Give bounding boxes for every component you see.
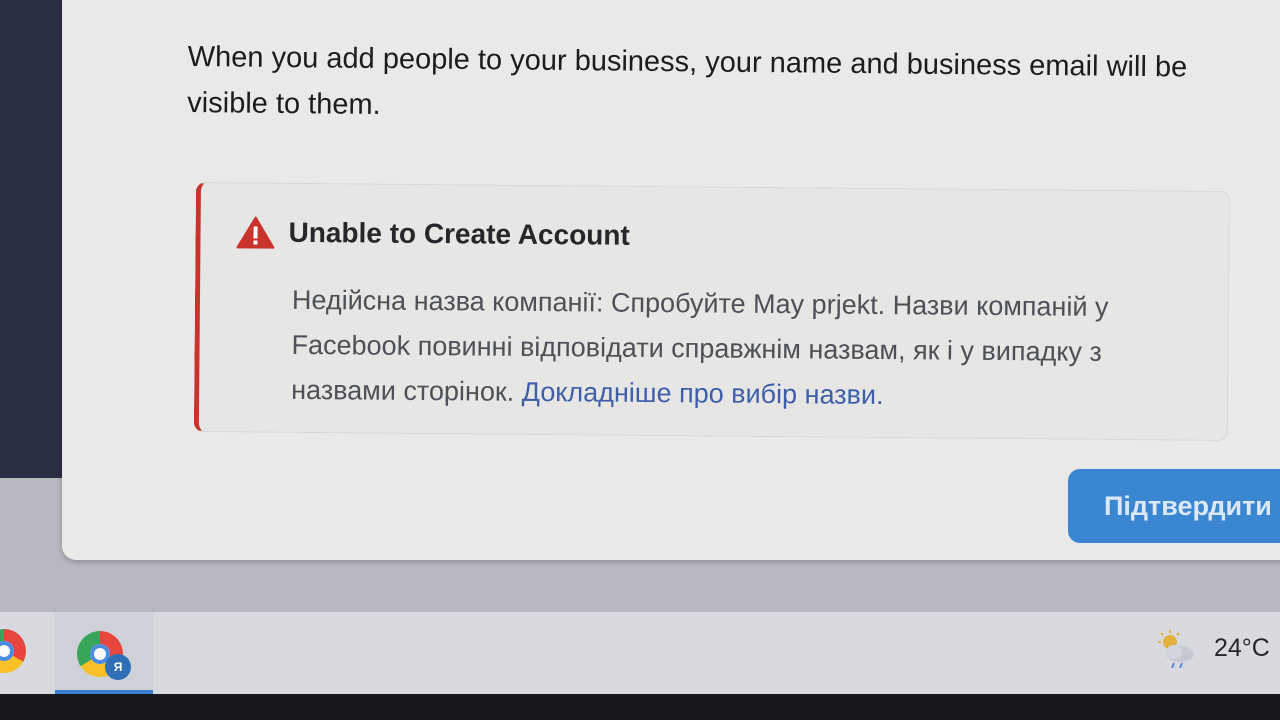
taskbar-app-icon[interactable] (0, 629, 26, 673)
taskbar-browser-item[interactable]: Я (55, 612, 153, 694)
temperature-readout[interactable]: 24°C (1214, 634, 1270, 663)
profile-badge: Я (105, 654, 131, 680)
intro-text: When you add people to your business, yo… (187, 40, 1188, 122)
error-box: Unable to Create Account Недійсна назва … (193, 182, 1230, 442)
error-header: Unable to Create Account (236, 215, 630, 252)
learn-more-link[interactable]: Докладніше про вибір назви. (522, 377, 884, 410)
weather-cloud-sun-icon[interactable] (1152, 628, 1202, 670)
taskbar: Я (0, 612, 1280, 694)
error-title: Unable to Create Account (288, 216, 630, 251)
error-message: Недійсна назва компанії: Спробуйте May p… (291, 278, 1212, 421)
screen-bezel (0, 694, 1280, 720)
confirm-button[interactable]: Підтвердити (1068, 469, 1280, 543)
warning-icon (236, 216, 275, 249)
